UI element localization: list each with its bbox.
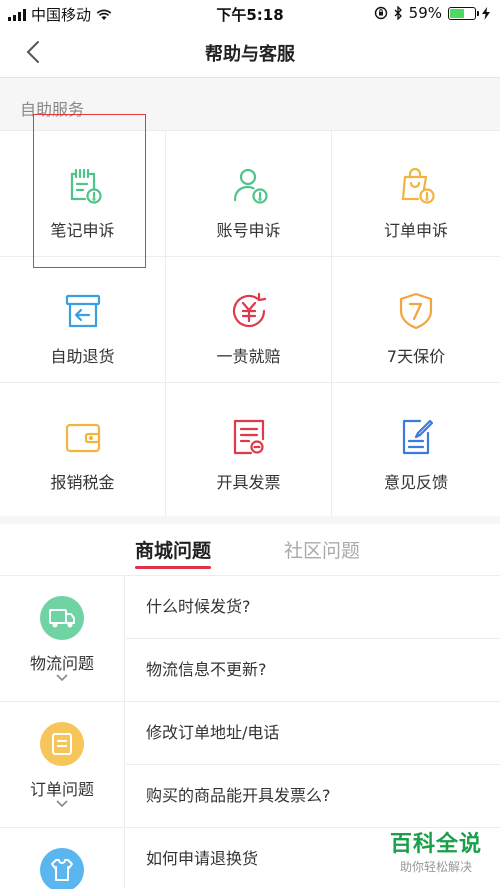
status-bar: 中国移动 下午5:18 59% [0,0,500,26]
order-doc-icon [40,722,84,766]
question-tabs: 商城问题 社区问题 [0,524,500,576]
shirt-icon [40,848,84,889]
category-order[interactable]: 订单问题 [0,702,125,828]
watermark-title: 百科全说 [389,832,482,857]
service-invoice[interactable]: 开具发票 [166,383,332,517]
service-self-return[interactable]: 自助退货 [0,257,166,383]
battery-percent: 59% [408,4,442,22]
category-label: 订单问题 [29,780,94,799]
chevron-down-icon [56,800,68,808]
watermark-subtitle: 助你轻松解决 [399,860,472,874]
watermark: 百科全说 助你轻松解决 [390,826,482,875]
service-order-appeal[interactable]: 订单申诉 [332,131,500,257]
question-logistics-update[interactable]: 物流信息不更新? [126,639,500,702]
orientation-lock-icon [374,6,387,20]
question-ship-time[interactable]: 什么时候发货? [126,576,500,639]
service-tax-reimburse[interactable]: 报销税金 [0,383,166,517]
order-appeal-icon [401,167,435,204]
compensation-icon [232,292,267,328]
question-modify-address[interactable]: 修改订单地址/电话 [126,702,500,765]
bluetooth-icon [394,6,402,20]
chevron-down-icon [56,674,68,682]
category-after-sale[interactable] [0,828,125,889]
wallet-icon [65,423,101,453]
tab-community-questions[interactable]: 社区问题 [284,536,360,563]
question-invoice[interactable]: 购买的商品能开具发票么? [126,765,500,828]
service-label: 账号申诉 [216,221,281,240]
service-feedback[interactable]: 意见反馈 [332,383,500,517]
truck-icon [40,596,84,640]
tab-mall-questions[interactable]: 商城问题 [135,536,212,569]
battery-icon [448,6,479,20]
invoice-icon [233,419,265,455]
charging-icon [482,6,490,20]
highlight-frame [33,114,146,268]
account-appeal-icon [233,168,268,204]
service-account-appeal[interactable]: 账号申诉 [166,131,332,257]
service-label: 开具发票 [216,473,281,492]
service-compensation[interactable]: 一贵就赔 [166,257,332,383]
category-logistics[interactable]: 物流问题 [0,576,125,702]
service-price-protect[interactable]: 7天保价 [332,257,500,383]
service-label: 7天保价 [386,347,446,366]
service-label: 报销税金 [50,473,115,492]
feedback-icon [402,419,434,455]
service-label: 一贵就赔 [216,347,281,366]
return-box-icon [65,294,101,328]
status-right: 59% [374,4,490,22]
page-title: 帮助与客服 [205,44,295,65]
service-label: 自助退货 [50,347,115,366]
category-label: 物流问题 [29,654,94,673]
service-label: 订单申诉 [383,221,448,240]
service-label: 意见反馈 [383,473,448,492]
price-protect-icon [399,292,433,330]
nav-bar: 帮助与客服 [0,26,500,78]
